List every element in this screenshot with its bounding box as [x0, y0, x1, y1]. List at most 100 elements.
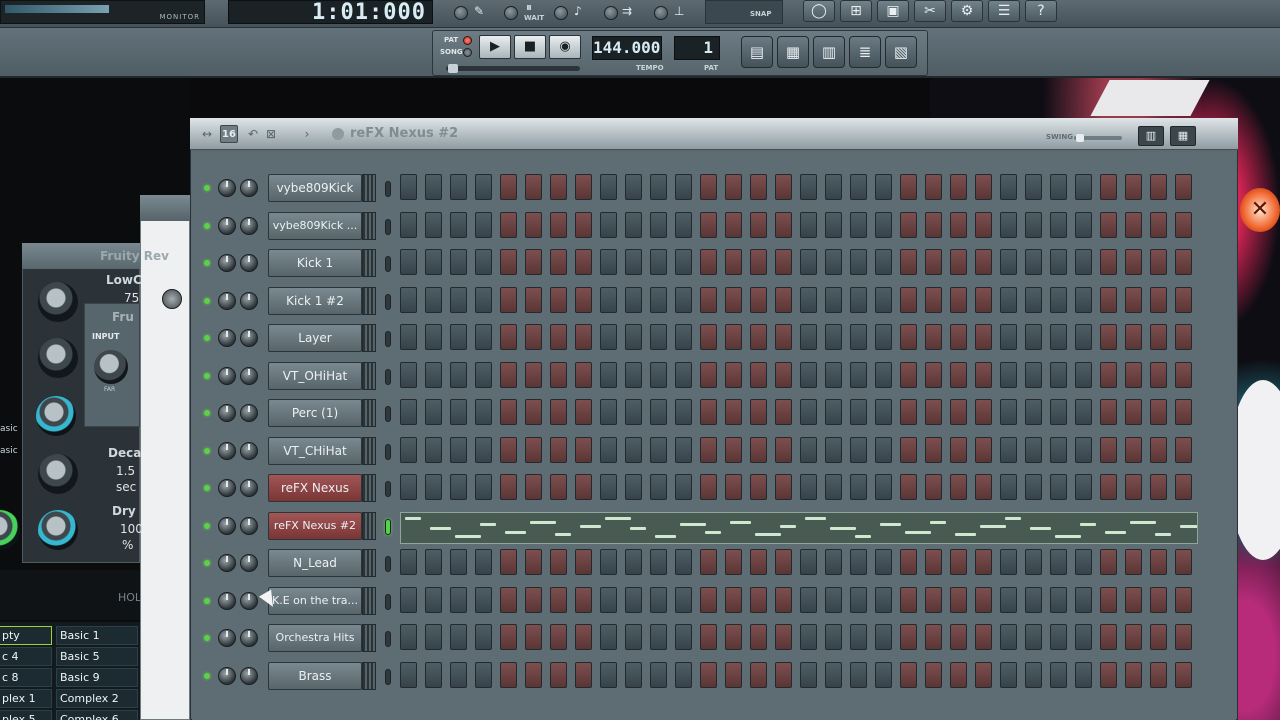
step-button[interactable]: [1050, 661, 1067, 688]
step-button[interactable]: [1075, 211, 1092, 238]
step-button[interactable]: [775, 361, 792, 388]
step-button[interactable]: [450, 661, 467, 688]
step-button[interactable]: [450, 474, 467, 500]
channel-pan-knob[interactable]: [218, 216, 236, 235]
step-button[interactable]: [825, 324, 842, 350]
channel-mute-led[interactable]: [204, 297, 210, 304]
step-button[interactable]: [1175, 586, 1192, 613]
step-button[interactable]: [650, 361, 667, 388]
step-button[interactable]: [475, 474, 492, 500]
step-button[interactable]: [1150, 624, 1167, 650]
cut-icon[interactable]: ✂: [914, 0, 946, 22]
step-button[interactable]: [800, 661, 817, 688]
step-button[interactable]: [550, 361, 567, 388]
preset-item[interactable]: c 8: [0, 668, 52, 687]
step-button[interactable]: [800, 324, 817, 350]
step-button[interactable]: [725, 324, 742, 350]
preset-item[interactable]: Complex 6: [56, 710, 138, 720]
step-button[interactable]: [675, 211, 692, 238]
channel-name-button[interactable]: vybe809Kick: [268, 174, 362, 202]
step-button[interactable]: [525, 549, 542, 575]
step-button[interactable]: [1125, 474, 1142, 500]
step-button[interactable]: [975, 249, 992, 275]
step-button[interactable]: [750, 324, 767, 350]
step-button[interactable]: [1100, 324, 1117, 350]
step-button[interactable]: [975, 324, 992, 350]
step-button[interactable]: [550, 286, 567, 313]
channel-volume-knob[interactable]: [240, 254, 258, 272]
step-button[interactable]: [650, 586, 667, 613]
step-button[interactable]: [1050, 361, 1067, 388]
step-button[interactable]: [500, 174, 517, 200]
step-button[interactable]: [475, 361, 492, 388]
step-button[interactable]: [1150, 249, 1167, 275]
step-button[interactable]: [525, 474, 542, 500]
step-button[interactable]: [725, 249, 742, 275]
step-button[interactable]: [425, 436, 442, 463]
channel-grip[interactable]: [362, 436, 376, 465]
step-button[interactable]: [850, 661, 867, 688]
step-button[interactable]: [1025, 249, 1042, 275]
play-button[interactable]: ▶: [479, 35, 511, 59]
step-button[interactable]: [450, 249, 467, 275]
channel-name-button[interactable]: Orchestra Hits: [268, 624, 362, 652]
step-button[interactable]: [500, 474, 517, 500]
step-button[interactable]: [1050, 624, 1067, 650]
step-button[interactable]: [975, 174, 992, 200]
step-button[interactable]: [650, 249, 667, 275]
step-button[interactable]: [500, 361, 517, 388]
step-button[interactable]: [475, 211, 492, 238]
step-button[interactable]: [1025, 174, 1042, 200]
preset-item[interactable]: Basic 5: [56, 647, 138, 666]
step-sequencer-icon[interactable]: ▦: [777, 36, 809, 68]
step-button[interactable]: [1150, 399, 1167, 425]
save-icon[interactable]: ▣: [877, 0, 909, 22]
channel-pan-knob[interactable]: [218, 591, 236, 610]
step-button[interactable]: [925, 324, 942, 350]
step-button[interactable]: [900, 549, 917, 575]
pattern-number-display[interactable]: 1: [674, 36, 720, 60]
step-button[interactable]: [400, 361, 417, 388]
channel-mute-led[interactable]: [204, 222, 210, 229]
step-button[interactable]: [950, 624, 967, 650]
step-button[interactable]: [975, 549, 992, 575]
step-button[interactable]: [600, 474, 617, 500]
step-button[interactable]: [1100, 361, 1117, 388]
step-button[interactable]: [700, 324, 717, 350]
view-icon[interactable]: ☰: [988, 0, 1020, 22]
step-button[interactable]: [975, 361, 992, 388]
step-button[interactable]: [800, 211, 817, 238]
step-button[interactable]: [1150, 286, 1167, 313]
step-button[interactable]: [450, 436, 467, 463]
step-button[interactable]: [900, 399, 917, 425]
step-button[interactable]: [550, 474, 567, 500]
channel-volume-knob[interactable]: [240, 366, 258, 385]
step-button[interactable]: [475, 249, 492, 275]
channel-mute-led[interactable]: [204, 335, 210, 341]
channel-grip[interactable]: [362, 511, 376, 540]
channel-select-led[interactable]: [385, 181, 391, 197]
step-button[interactable]: [1100, 661, 1117, 688]
step-button[interactable]: [1125, 586, 1142, 613]
step-button[interactable]: [750, 586, 767, 613]
step-button[interactable]: [975, 586, 992, 613]
step-button[interactable]: [750, 286, 767, 313]
step-button[interactable]: [650, 324, 667, 350]
step-button[interactable]: [725, 586, 742, 613]
step-button[interactable]: [975, 399, 992, 425]
channel-gear-icon[interactable]: [332, 128, 344, 140]
step-button[interactable]: [650, 286, 667, 313]
step-button[interactable]: [625, 286, 642, 313]
step-button[interactable]: [625, 399, 642, 425]
help-icon[interactable]: ?: [1025, 0, 1057, 22]
step-button[interactable]: [475, 286, 492, 313]
channel-select-led[interactable]: [385, 368, 391, 385]
step-button[interactable]: [550, 174, 567, 200]
step-button[interactable]: [775, 436, 792, 463]
step-button[interactable]: [1175, 361, 1192, 388]
channel-select-led[interactable]: [385, 218, 391, 235]
step-button[interactable]: [1150, 661, 1167, 688]
step-button[interactable]: [475, 661, 492, 688]
channel-name-button[interactable]: reFX Nexus #2: [268, 511, 362, 540]
step-button[interactable]: [475, 436, 492, 463]
